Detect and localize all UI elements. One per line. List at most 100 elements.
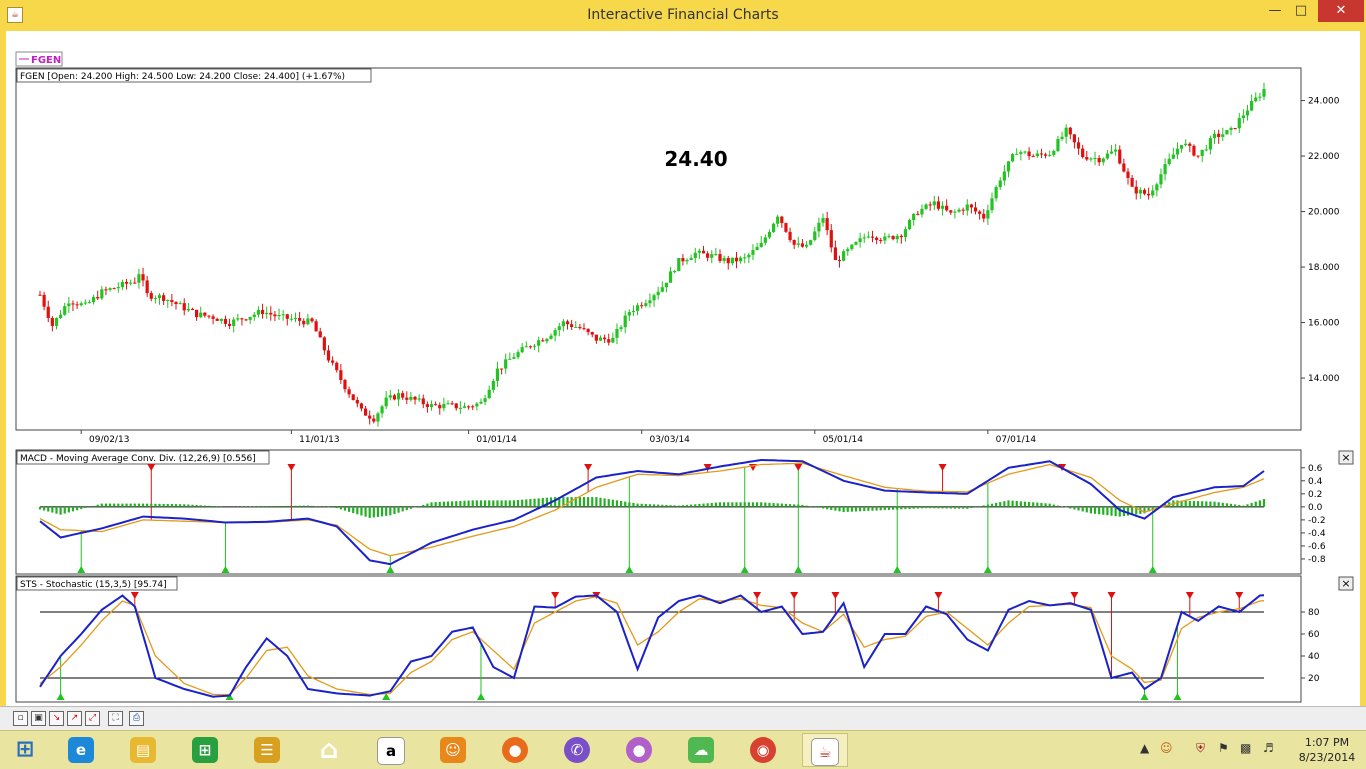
candle-body — [417, 398, 421, 400]
taskbar-viber[interactable]: ✆ — [554, 733, 600, 767]
tray-flag-icon[interactable]: ⚑ — [1218, 741, 1229, 755]
candle-body — [199, 312, 203, 318]
candle-body — [59, 314, 63, 318]
candle-body — [63, 306, 67, 315]
macd-y-tick-label: -0.8 — [1308, 555, 1326, 565]
candle-body — [607, 339, 611, 343]
candle-body — [1142, 189, 1147, 194]
candle-body — [553, 330, 557, 336]
candle-body — [1002, 171, 1006, 181]
maximize-button[interactable]: □ — [1288, 0, 1314, 22]
candle-body — [120, 281, 125, 288]
candle-body — [475, 403, 479, 407]
price-panel[interactable]: FGEN [Open: 24.200 High: 24.500 Low: 24.… — [15, 67, 1340, 445]
candle-body — [1138, 189, 1142, 194]
macd-close-button[interactable]: × — [1338, 450, 1354, 465]
candle-body — [388, 395, 392, 398]
candle-body — [706, 253, 710, 258]
candle-body — [809, 240, 813, 245]
candle-body — [982, 213, 986, 219]
candle-body — [1254, 97, 1258, 102]
chart-window: FGEN FGEN [Open: 24.200 High: 24.500 Low… — [0, 31, 1366, 706]
symbol-tab[interactable]: FGEN — [15, 51, 63, 67]
tray-volume-icon[interactable]: ♬ — [1263, 741, 1274, 755]
minimize-button[interactable]: — — [1262, 0, 1288, 22]
open-folder-icon: ▫ — [17, 713, 24, 723]
candle-body — [454, 403, 458, 409]
candle-body — [813, 231, 817, 241]
zoom-in-button[interactable]: ↘ — [49, 711, 64, 726]
print-button[interactable]: ⎙ — [129, 711, 144, 726]
taskbar-cloud[interactable]: ☁ — [678, 733, 724, 767]
taskbar-file-explorer[interactable]: ▤ — [120, 733, 166, 767]
taskbar-mascot[interactable]: ☺ — [430, 733, 476, 767]
candle-body — [71, 303, 75, 305]
price-y-tick-label: 16.000 — [1308, 319, 1340, 329]
symbol-tab-label: FGEN — [31, 55, 61, 66]
candle-body — [842, 251, 846, 261]
candle-body — [137, 274, 141, 283]
candle-body — [355, 400, 359, 404]
candle-body — [401, 393, 405, 398]
zoom-out-button[interactable]: ↗ — [67, 711, 82, 726]
macd-panel[interactable]: MACD - Moving Average Conv. Div. (12,26,… — [15, 449, 1354, 575]
candle-body — [751, 250, 755, 255]
close-button[interactable]: ✕ — [1318, 0, 1364, 22]
candle-body — [133, 282, 137, 284]
candle-body — [1250, 101, 1254, 111]
candle-body — [483, 398, 487, 402]
taskbar-store[interactable]: ⊞ — [182, 733, 228, 767]
candle-body — [1093, 158, 1097, 160]
candle-body — [998, 180, 1002, 188]
price-y-tick-label: 14.000 — [1308, 374, 1340, 384]
taskbar-chat[interactable]: ● — [616, 733, 662, 767]
macd-close-label: × — [1341, 451, 1350, 464]
taskbar-java-app[interactable]: ☕ — [802, 733, 848, 767]
candle-body — [784, 223, 788, 232]
zoom-reset-button[interactable]: ⤢ — [85, 711, 100, 726]
candle-body — [1109, 151, 1114, 154]
candle-body — [1056, 138, 1060, 151]
candle-body — [1015, 153, 1019, 155]
candle-body — [219, 318, 223, 321]
candle-body — [532, 345, 537, 347]
tray-mascot-icon[interactable]: ☺ — [1160, 741, 1173, 755]
candle-body — [166, 300, 170, 302]
tray-clock[interactable]: 1:07 PM 8/23/2014 — [1294, 735, 1360, 765]
save-button[interactable]: ▣ — [31, 711, 46, 726]
candle-body — [883, 236, 887, 241]
tray-network-icon[interactable]: ▩ — [1240, 741, 1251, 755]
candle-body — [858, 238, 862, 243]
start-button[interactable]: ⊞ — [2, 733, 48, 767]
stochastic-panel[interactable]: STS - Stochastic (15,3,5) [95.74] × 80 60… — [15, 575, 1354, 703]
candle-body — [627, 312, 631, 316]
candle-body — [961, 209, 965, 211]
stochastic-close-button[interactable]: × — [1338, 576, 1354, 591]
chart-canvas[interactable]: FGEN FGEN [Open: 24.200 High: 24.500 Low… — [6, 31, 1360, 706]
stochastic-info-label: STS - Stochastic (15,3,5) [95.74] — [20, 580, 167, 590]
fit-button[interactable]: ⛶ — [108, 711, 123, 726]
candle-body — [710, 254, 714, 258]
candle-body — [1064, 127, 1068, 137]
tray-security-icon[interactable]: ⛨ — [1196, 741, 1205, 756]
macd-info-label: MACD - Moving Average Conv. Div. (12,26,… — [20, 454, 256, 464]
candle-body — [1126, 171, 1130, 178]
candle-body — [788, 231, 792, 241]
taskbar-amazon[interactable]: a — [368, 733, 414, 767]
taskbar-notes[interactable]: ☰ — [244, 733, 290, 767]
candle-body — [623, 315, 627, 328]
candle-body — [182, 303, 186, 311]
taskbar-firefox[interactable]: ● — [492, 733, 538, 767]
window-titlebar[interactable]: ☕ Interactive Financial Charts — □ ✕ — [0, 0, 1366, 32]
tray-overflow-icon[interactable]: ▲ — [1140, 741, 1149, 755]
candle-body — [1258, 96, 1262, 98]
taskbar-chrome[interactable]: ◉ — [740, 733, 786, 767]
candle-body — [570, 324, 574, 328]
candle-body — [1060, 136, 1064, 139]
open-folder-button[interactable]: ▫ — [13, 711, 28, 726]
candle-body — [986, 210, 990, 219]
candle-body — [1221, 134, 1225, 137]
candle-body — [561, 321, 565, 327]
taskbar-internet-explorer[interactable]: e — [58, 733, 104, 767]
taskbar-home[interactable]: ⌂ — [306, 733, 352, 767]
